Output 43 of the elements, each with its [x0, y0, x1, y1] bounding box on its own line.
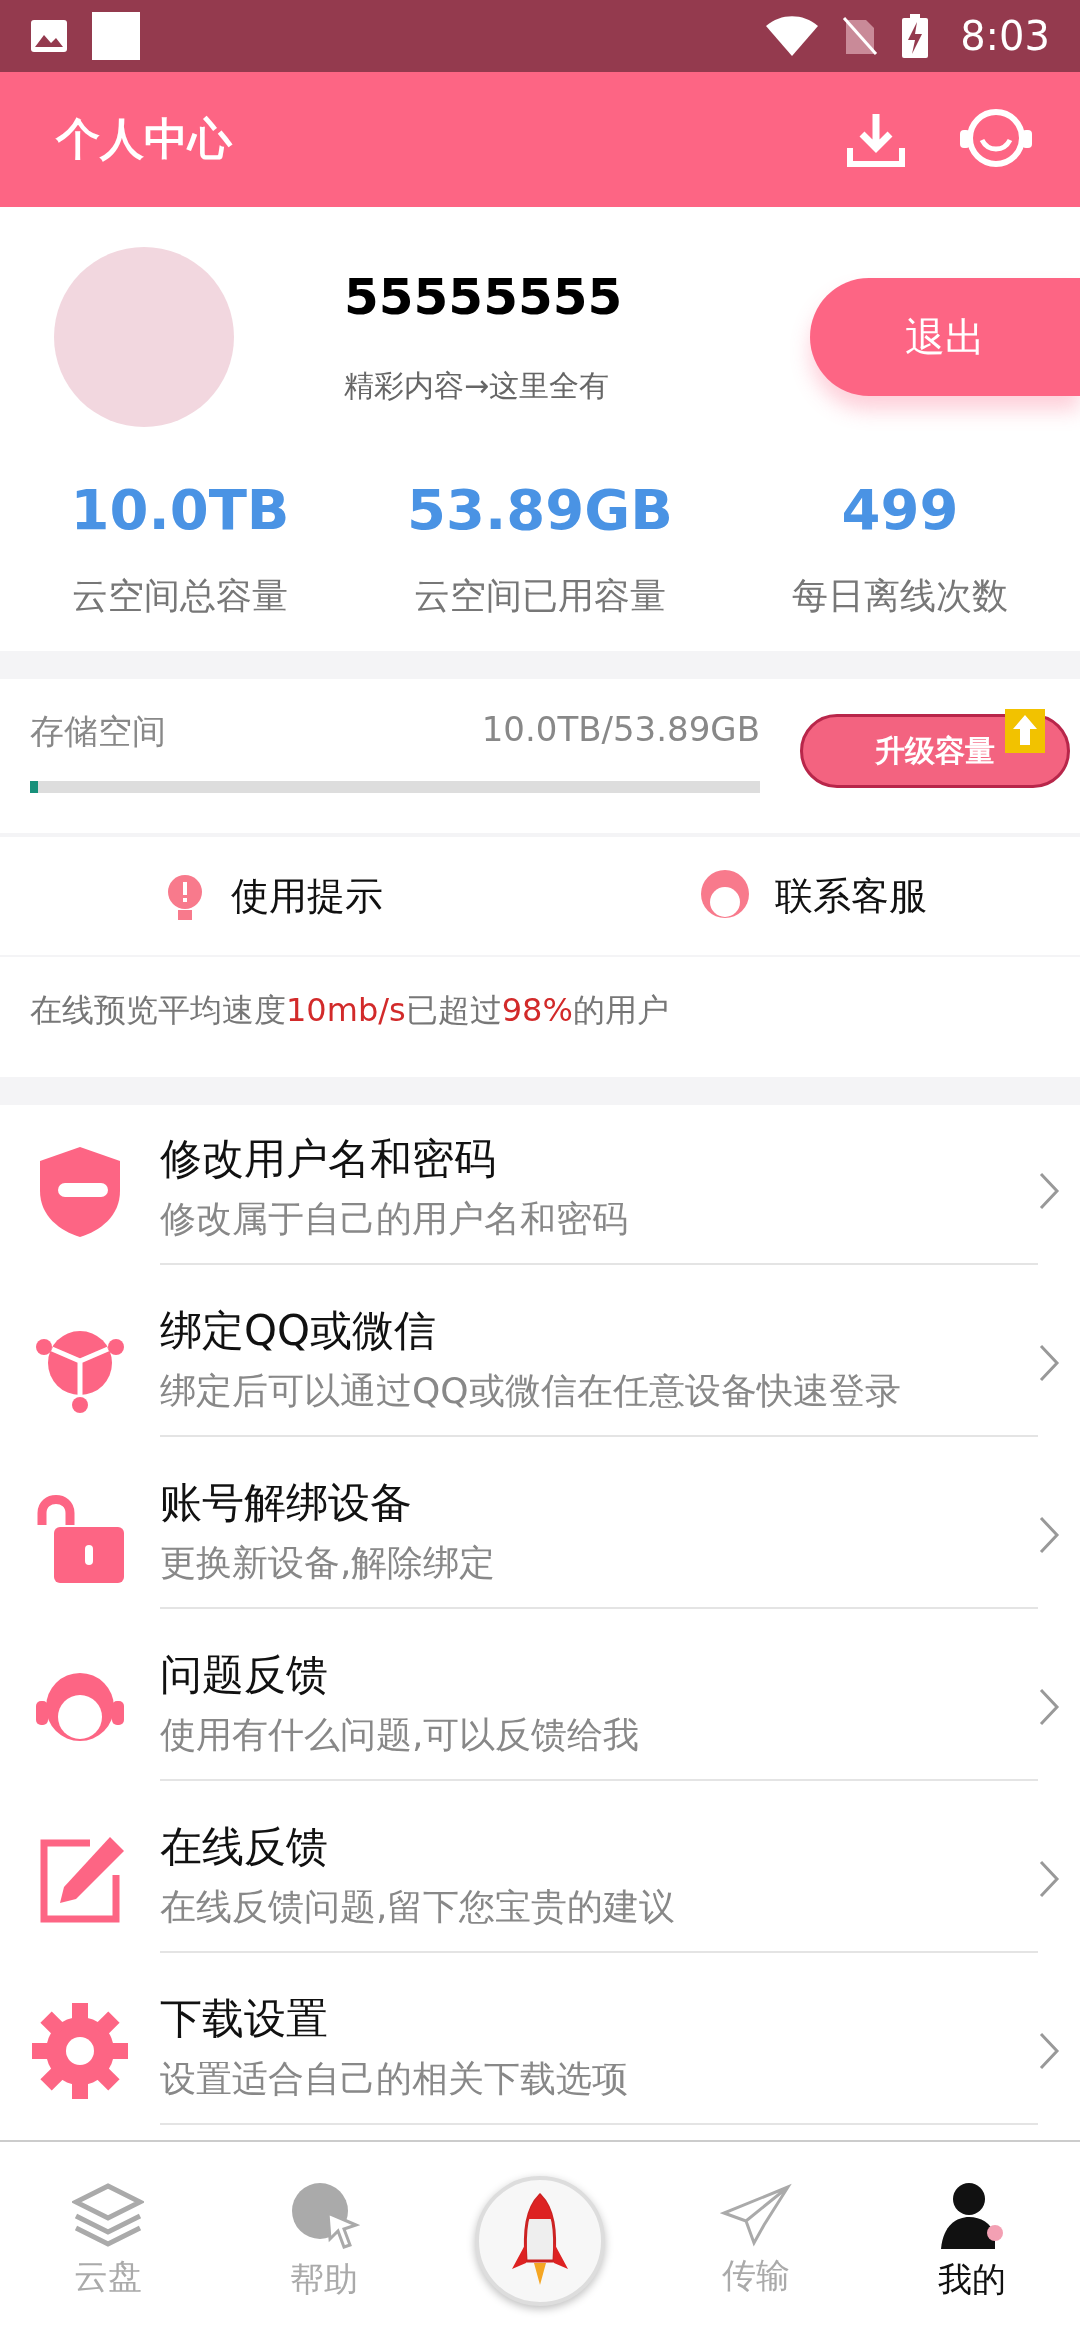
chevron-right-icon [1038, 2031, 1060, 2071]
menu-item-subtitle: 在线反馈问题,留下您宝贵的建议 [160, 1884, 677, 1929]
gear-download-icon [30, 2001, 130, 2101]
menu-item-subtitle: 修改属于自己的用户名和密码 [160, 1196, 629, 1241]
menu-item-subtitle: 绑定后可以通过QQ或微信在任意设备快速登录 [160, 1368, 902, 1413]
stat-label: 云空间总容量 [72, 574, 288, 618]
stat-label: 每日离线次数 [792, 574, 1008, 618]
storage-label: 存储空间 [30, 710, 166, 753]
chevron-right-icon [1038, 1859, 1060, 1899]
stat-label: 云空间已用容量 [414, 574, 666, 618]
tab-item[interactable]: 我的 [864, 2178, 1080, 2304]
quick-action[interactable]: 使用提示 [0, 837, 540, 955]
status-time: 8:03 [960, 13, 1050, 59]
menu-item-title[interactable]: 问题反馈 [160, 1646, 1018, 1703]
username: 55555555 [344, 267, 624, 326]
chevron-right-icon [1038, 1343, 1060, 1383]
chevron-right-icon [1038, 1687, 1060, 1727]
menu-item-title[interactable]: 在线反馈 [160, 1818, 1018, 1875]
chevron-right-icon [1038, 1171, 1060, 1211]
quick-action[interactable]: 联系客服 [540, 837, 1080, 955]
no-sim-icon [842, 16, 879, 56]
image-icon [30, 19, 68, 53]
menu-item-title[interactable]: 修改用户名和密码 [160, 1130, 1018, 1187]
paper-plane-icon [720, 2183, 792, 2247]
stat-value: 10.0TB [70, 477, 290, 542]
menu-item-subtitle: 使用有什么问题,可以反馈给我 [160, 1712, 641, 1757]
menu-item-subtitle: 设置适合自己的相关下载选项 [160, 2056, 629, 2101]
stat-value: 53.89GB [407, 477, 673, 542]
page-title: 个人中心 [56, 112, 234, 166]
chevron-right-icon [1038, 1515, 1060, 1555]
menu-item-title[interactable]: 账号解绑设备 [160, 1474, 1018, 1531]
rocket-button[interactable] [475, 2176, 605, 2306]
menu-item-subtitle: 更换新设备,解除绑定 [160, 1540, 497, 1585]
wifi-icon [766, 16, 819, 56]
menu-item-title[interactable]: 绑定QQ或微信 [160, 1302, 1018, 1359]
menu-item-title[interactable]: 下载设置 [160, 1990, 1018, 2047]
storage-reading: 10.0TB/53.89GB [481, 709, 760, 751]
square-icon [92, 12, 140, 60]
stat-value: 499 [841, 477, 959, 542]
battery-charging-icon [902, 14, 929, 58]
layers-icon [72, 2182, 144, 2248]
speed-tip: 在线预览平均速度10mb/s已超过98%的用户 [30, 991, 669, 1029]
tagline: 精彩内容→这里全有 [344, 366, 611, 405]
